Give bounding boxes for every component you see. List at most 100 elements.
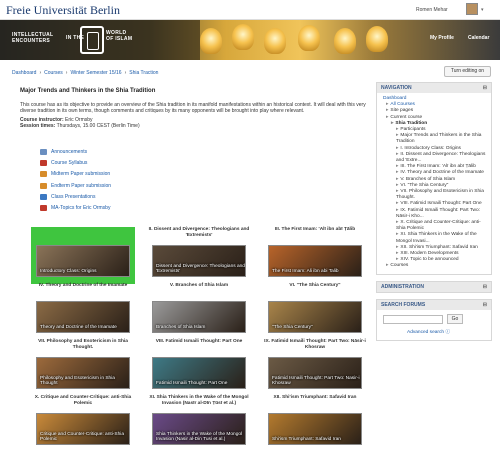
topic-image[interactable]: The First Imam: Ali ibn abi Talib bbox=[268, 245, 362, 277]
topic-image[interactable]: Critique and Counter-Critique: anti-Shia… bbox=[36, 413, 130, 445]
bullet-icon: ▸ bbox=[396, 251, 399, 257]
breadcrumb-item[interactable]: Shia Traction bbox=[129, 70, 158, 76]
collapse-icon[interactable]: ⊟ bbox=[483, 302, 487, 308]
topic-tile[interactable]: II. Dissent and Divergence: Theologians … bbox=[147, 227, 251, 284]
resource-item[interactable]: Announcements bbox=[40, 146, 111, 157]
bullet-icon: ▸ bbox=[396, 127, 399, 133]
topic-heading[interactable]: IX. Fatimid Ismaili Thought: Part Two: N… bbox=[263, 339, 367, 350]
nav-calendar[interactable]: Calendar bbox=[468, 35, 489, 41]
topic-image[interactable]: Introductory Class: Origins bbox=[36, 245, 130, 277]
nav-item-label: XI. Shia Thinkers in the Wake of the Mon… bbox=[396, 232, 477, 244]
navigation-block: NAVIGATION ⊟ Dashboard ▸ All Courses ▸ Site p… bbox=[376, 82, 492, 275]
topic-heading[interactable]: V. Branches of Shia Islam bbox=[147, 283, 251, 289]
nav-item-label: XII. Shi'ism Triumphant: Safavid Iran bbox=[400, 244, 478, 250]
nav-item-label: X. Critique and Counter-Critique: anti-S… bbox=[396, 220, 481, 232]
topic-tile[interactable]: XII. Shi'ism Triumphant: Safavid Iran Shi… bbox=[263, 395, 367, 449]
resource-icon bbox=[40, 171, 47, 178]
topic-image[interactable]: Theory and Doctrine of the Imamate bbox=[36, 301, 130, 333]
topic-image[interactable]: Fatimid Ismaili Thought: Part One bbox=[152, 357, 246, 389]
block-title: ADMINISTRATION bbox=[381, 283, 424, 290]
collapse-icon[interactable]: ⊟ bbox=[483, 284, 487, 290]
nav-item[interactable]: ▸ Courses bbox=[381, 263, 487, 269]
topic-caption: Philosophy and Esotericism in Shia Thoug… bbox=[40, 376, 115, 386]
topic-tile[interactable]: VII. Philosophy and Esotericism in Shia … bbox=[31, 339, 135, 396]
topic-image[interactable]: Shia Thinkers in the Wake of the Mongol … bbox=[152, 413, 246, 445]
nav-item-label: XIII. Modern Developments bbox=[400, 251, 459, 257]
topic-image[interactable]: "The Shia Century" bbox=[268, 301, 362, 333]
nav-item[interactable]: ▸ Major Trends and Thinkers in the Shia T… bbox=[381, 133, 487, 145]
topic-caption: The First Imam: Ali ibn abi Talib bbox=[272, 269, 339, 274]
course-summary: Major Trends and Thinkers in the Shia Tr… bbox=[20, 88, 370, 130]
topic-tile[interactable]: VIII. Fatimid Ismaili Thought: Part One F… bbox=[147, 339, 251, 396]
breadcrumb-item[interactable]: Winter Semester 15/16 bbox=[70, 70, 121, 76]
topic-heading[interactable]: IV. Theory and Doctrine of the Imamate bbox=[31, 283, 135, 289]
university-logo[interactable]: Freie Universität Berlin bbox=[6, 3, 120, 18]
bullet-icon: ▸ bbox=[396, 145, 399, 151]
search-forums-input[interactable] bbox=[383, 314, 443, 324]
chevron-down-icon[interactable]: ▾ bbox=[481, 7, 484, 13]
nav-item-label: III. The First Imam: 'Alī ibn abī Ṭālib bbox=[400, 164, 476, 170]
breadcrumb-item[interactable]: Dashboard bbox=[12, 70, 36, 76]
breadcrumb: Dashboard › Courses › Winter Semester 15/16 ›… bbox=[12, 70, 158, 76]
topic-tile[interactable]: V. Branches of Shia Islam Branches of Shi… bbox=[147, 283, 251, 340]
user-name[interactable]: Romen Mehar bbox=[416, 7, 448, 13]
topic-image[interactable]: Philosophy and Esotericism in Shia Thoug… bbox=[36, 357, 130, 389]
topic-heading[interactable]: III. The First Imam: 'Alī ibn abī Ṭālib bbox=[263, 227, 367, 233]
help-icon[interactable]: ⓘ bbox=[445, 330, 450, 335]
topic-tile[interactable]: Introductory Class: Origins bbox=[31, 227, 135, 284]
block-header: ADMINISTRATION ⊟ bbox=[377, 281, 491, 292]
collapse-icon[interactable]: ⊟ bbox=[483, 85, 487, 91]
breadcrumb-item[interactable]: Courses bbox=[44, 70, 63, 76]
topic-image[interactable]: Branches of Shia Islam bbox=[152, 301, 246, 333]
avatar[interactable] bbox=[466, 3, 478, 15]
topic-image[interactable]: Fatimid Ismaili Thought: Part Two: Nasir… bbox=[268, 357, 362, 389]
turn-editing-on-button[interactable]: Turn editing on bbox=[444, 66, 491, 77]
topic-tile[interactable]: X. Critique and Counter-Critique: anti-S… bbox=[31, 395, 135, 449]
nav-item[interactable]: ▸ VII. Philosophy and Esotericism in Shia… bbox=[381, 189, 487, 201]
resource-item[interactable]: Course Syllabus bbox=[40, 157, 111, 168]
topic-image[interactable]: Dissent and Divergence: Theologians and … bbox=[152, 245, 246, 277]
bullet-icon: ▸ bbox=[396, 257, 399, 263]
nav-item[interactable]: ▸ X. Critique and Counter-Critique: anti-… bbox=[381, 220, 487, 232]
go-button[interactable]: Go bbox=[447, 313, 463, 324]
resource-item[interactable]: Endterm Paper submission bbox=[40, 180, 111, 191]
topic-tile[interactable]: IV. Theory and Doctrine of the Imamate Th… bbox=[31, 283, 135, 340]
topic-tile[interactable]: III. The First Imam: 'Alī ibn abī Ṭālib T… bbox=[263, 227, 367, 284]
block-title: SEARCH FORUMS bbox=[381, 301, 426, 308]
topic-heading[interactable]: X. Critique and Counter-Critique: anti-S… bbox=[31, 395, 135, 406]
nav-item-label: VIII. Fatimid Ismaili Thought: Part One bbox=[400, 201, 482, 207]
topic-heading[interactable]: VIII. Fatimid Ismaili Thought: Part One bbox=[147, 339, 251, 345]
search-forums-block: SEARCH FORUMS ⊟ Go Advanced search ⓘ bbox=[376, 298, 492, 341]
nav-item[interactable]: ▸ IX. Fatimid Ismaili Thought: Part Two: … bbox=[381, 208, 487, 220]
topic-tile[interactable]: IX. Fatimid Ismaili Thought: Part Two: N… bbox=[263, 339, 367, 396]
topic-tile[interactable]: XI. Shia Thinkers in the Wake of the Mon… bbox=[147, 395, 251, 449]
breadcrumb-separator: › bbox=[65, 70, 68, 76]
nav-item[interactable]: ▸ II. Dissent and Divergence: Theologians… bbox=[381, 152, 487, 164]
advanced-search-link[interactable]: Advanced search ⓘ bbox=[407, 328, 450, 335]
topic-heading[interactable]: VI. "The Shia Century" bbox=[263, 283, 367, 289]
nav-item-label: Site pages bbox=[390, 108, 414, 114]
nav-item[interactable]: ▸ XI. Shia Thinkers in the Wake of the Mo… bbox=[381, 232, 487, 244]
resource-label: Class Presentations bbox=[51, 193, 96, 200]
resource-item[interactable]: MA-Topics for Eric Ormsby bbox=[40, 202, 111, 213]
advanced-search-label: Advanced search bbox=[407, 329, 445, 335]
resource-icon bbox=[40, 148, 47, 155]
banner-text: ENCOUNTERS bbox=[12, 38, 51, 44]
nav-item-label: All Courses bbox=[390, 102, 415, 108]
nav-item-label: Major Trends and Thinkers in the Shia Tr… bbox=[396, 133, 482, 145]
topic-heading[interactable]: XI. Shia Thinkers in the Wake of the Mon… bbox=[147, 395, 251, 406]
resource-item[interactable]: Class Presentations bbox=[40, 191, 111, 202]
bullet-icon: ▸ bbox=[396, 201, 399, 207]
topic-image[interactable]: Shi'ism Triumphant: Safavid Iran bbox=[268, 413, 362, 445]
topic-heading[interactable]: VII. Philosophy and Esotericism in Shia … bbox=[31, 339, 135, 350]
topic-tile[interactable]: VI. "The Shia Century" "The Shia Century" bbox=[263, 283, 367, 340]
bullet-icon: ▸ bbox=[396, 220, 399, 226]
topic-heading[interactable]: XII. Shi'ism Triumphant: Safavid Iran bbox=[263, 395, 367, 401]
topic-caption: Fatimid Ismaili Thought: Part One bbox=[156, 381, 228, 386]
lamp-decoration bbox=[334, 28, 356, 54]
topic-heading[interactable]: II. Dissent and Divergence: Theologians … bbox=[147, 227, 251, 238]
resource-item[interactable]: Midterm Paper submission bbox=[40, 169, 111, 180]
nav-my-profile[interactable]: My Profile bbox=[430, 35, 454, 41]
lamp-decoration bbox=[298, 25, 320, 51]
bullet-icon: ▸ bbox=[386, 263, 389, 269]
